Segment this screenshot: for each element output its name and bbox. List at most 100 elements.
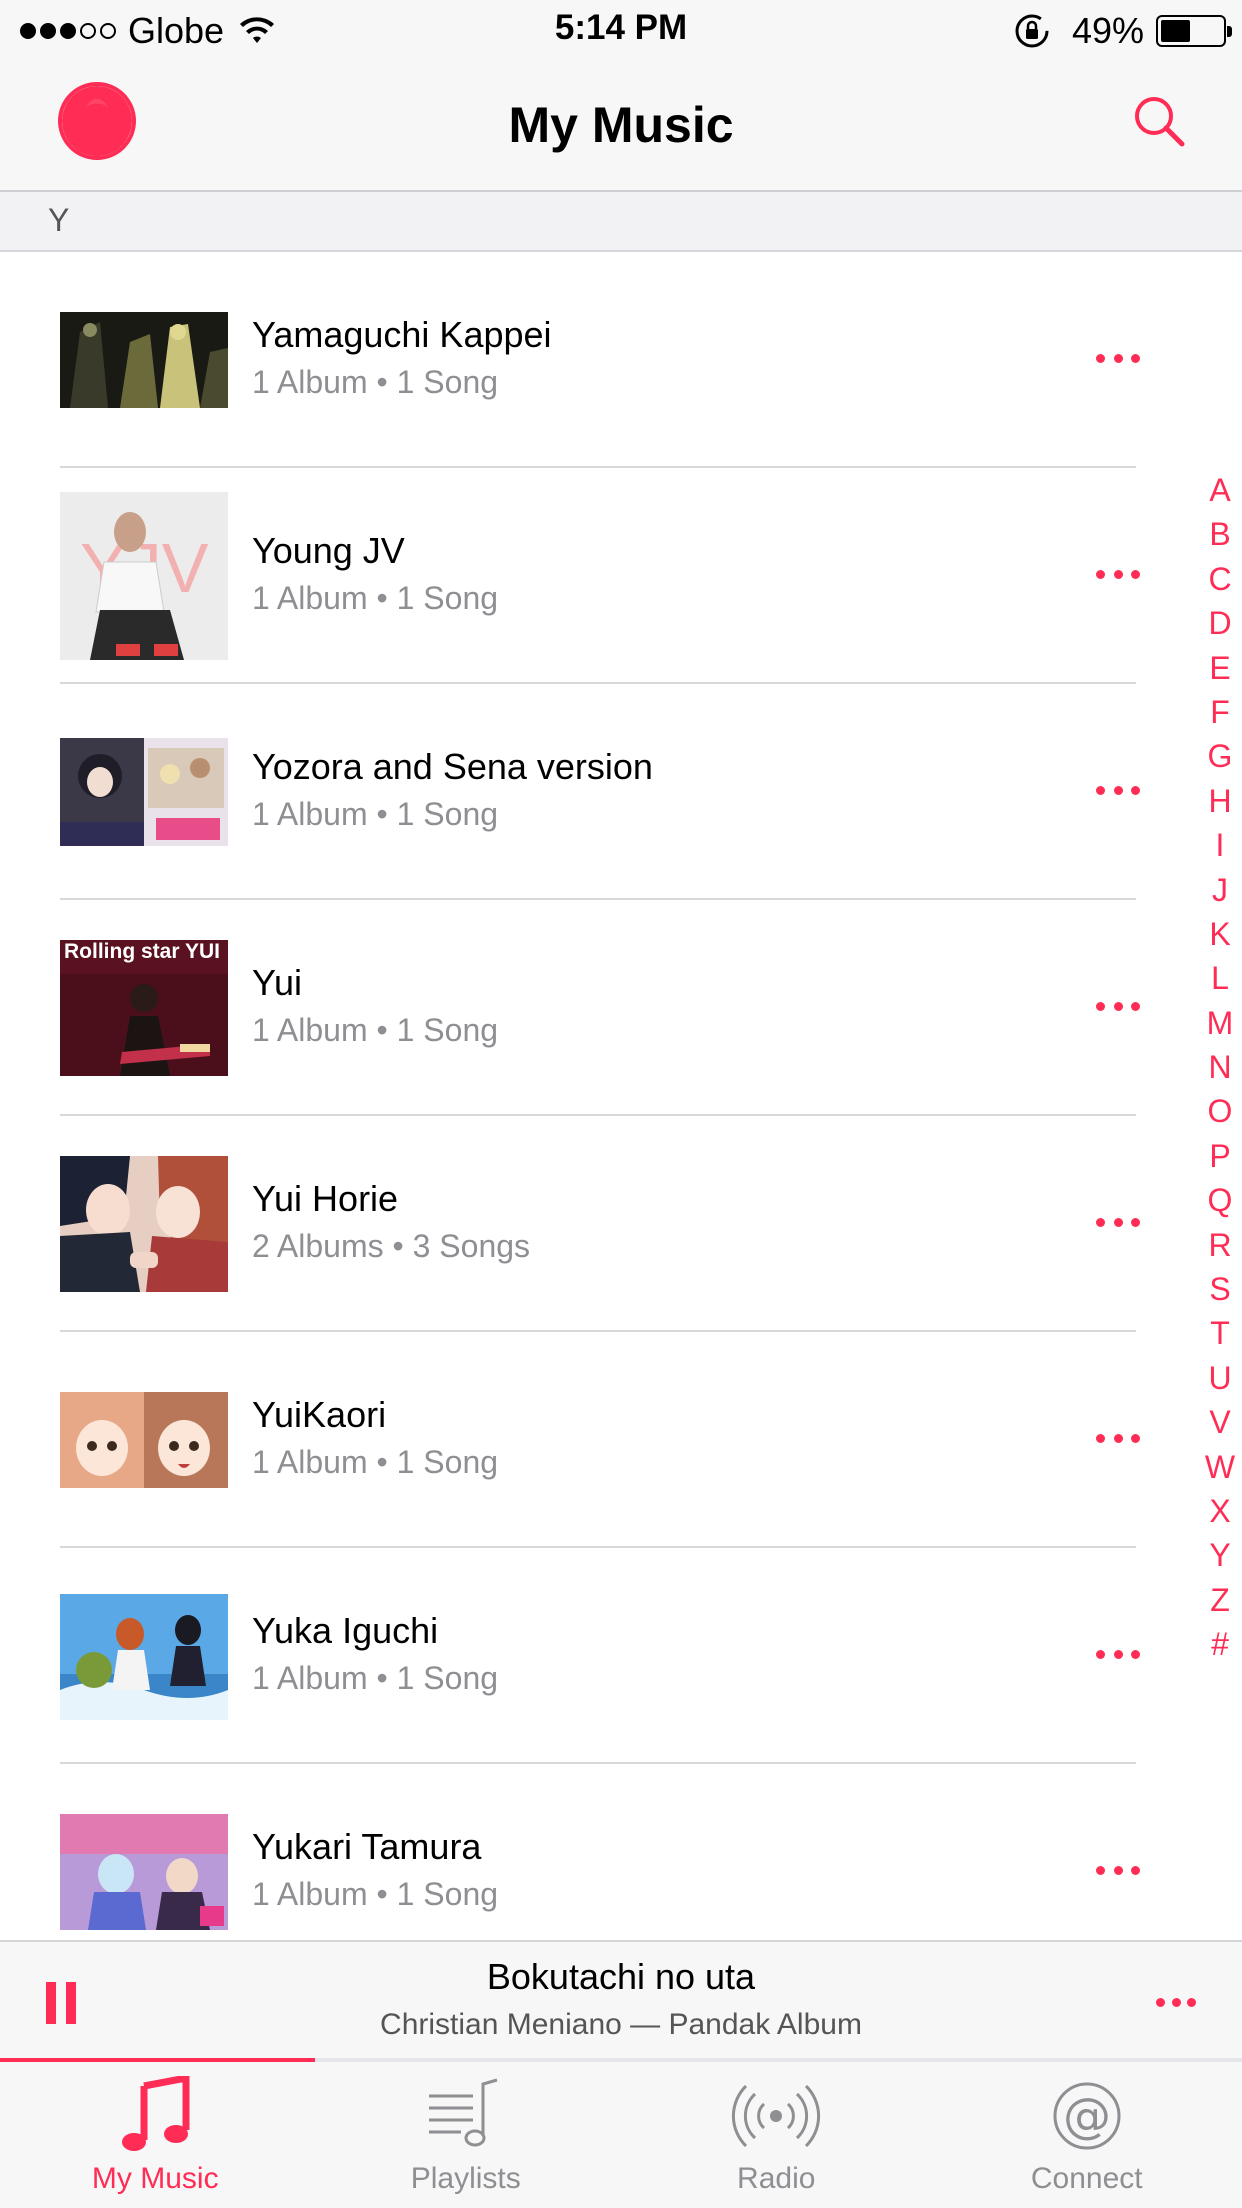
- artwork-image: [60, 312, 228, 408]
- artwork-image: [60, 974, 228, 1076]
- index-letter[interactable]: M: [1200, 1001, 1240, 1045]
- rotation-lock-icon: [1015, 14, 1049, 48]
- artist-row[interactable]: Yamaguchi Kappei 1 Album • 1 Song: [0, 252, 1242, 468]
- index-letter[interactable]: J: [1200, 868, 1240, 912]
- artwork-image: YJV: [60, 492, 228, 660]
- more-options-button[interactable]: [1096, 1218, 1140, 1230]
- index-letter[interactable]: A: [1200, 468, 1240, 512]
- artist-subtitle: 1 Album • 1 Song: [252, 796, 499, 832]
- index-letter[interactable]: W: [1200, 1445, 1240, 1489]
- artist-name: YuiKaori: [252, 1394, 387, 1435]
- index-letter[interactable]: C: [1200, 557, 1240, 601]
- radio-icon: [732, 2084, 821, 2148]
- artist-name: Yozora and Sena version: [252, 746, 653, 787]
- more-options-button[interactable]: [1096, 1650, 1140, 1662]
- index-letter[interactable]: O: [1200, 1089, 1240, 1133]
- index-letter[interactable]: S: [1200, 1267, 1240, 1311]
- index-letter[interactable]: X: [1200, 1489, 1240, 1533]
- now-playing-subtitle: Christian Meniano — Pandak Album: [380, 2008, 862, 2041]
- more-options-button[interactable]: [1096, 354, 1140, 366]
- more-options-button[interactable]: [1096, 1434, 1140, 1446]
- artist-list[interactable]: Yamaguchi Kappei 1 Album • 1 Song YJV Yo…: [0, 252, 1242, 1940]
- artwork-image: [60, 738, 228, 846]
- artist-name: Yamaguchi Kappei: [252, 314, 552, 355]
- artist-name: Yui Horie: [252, 1178, 399, 1219]
- index-letter[interactable]: R: [1200, 1223, 1240, 1267]
- artist-row[interactable]: YuiKaori 1 Album • 1 Song: [0, 1332, 1242, 1548]
- artist-name: Young JV: [252, 530, 405, 571]
- index-letter[interactable]: P: [1200, 1134, 1240, 1178]
- at-sign-icon: @: [1053, 2082, 1121, 2150]
- more-options-button[interactable]: [1096, 570, 1140, 582]
- index-letter[interactable]: T: [1200, 1311, 1240, 1355]
- tab-connect[interactable]: @ Connect: [932, 2062, 1242, 2208]
- artist-subtitle: 1 Album • 1 Song: [252, 1012, 499, 1048]
- section-header: Y: [0, 192, 1242, 252]
- section-letter: Y: [48, 202, 70, 238]
- artist-row[interactable]: Yui Horie 2 Albums • 3 Songs: [0, 1116, 1242, 1332]
- battery-percent: 49%: [1071, 10, 1144, 51]
- index-letter[interactable]: Y: [1200, 1533, 1240, 1577]
- tab-label: My Music: [91, 2162, 219, 2195]
- artist-row[interactable]: Yozora and Sena version 1 Album • 1 Song: [0, 684, 1242, 900]
- music-note-icon: [122, 2076, 190, 2151]
- index-letter[interactable]: U: [1200, 1356, 1240, 1400]
- index-letter[interactable]: #: [1200, 1622, 1240, 1666]
- artist-artwork: [60, 738, 228, 846]
- artist-artwork: [60, 312, 228, 408]
- index-letter[interactable]: B: [1200, 512, 1240, 556]
- artist-artwork: [60, 1814, 228, 1930]
- index-letter[interactable]: I: [1200, 823, 1240, 867]
- artist-row[interactable]: Rolling star YUI Yui 1 Album • 1 Song: [0, 900, 1242, 1116]
- nav-bar: My Music: [0, 62, 1242, 192]
- index-letter[interactable]: Z: [1200, 1578, 1240, 1622]
- artist-subtitle: 1 Album • 1 Song: [252, 364, 499, 400]
- index-letter[interactable]: L: [1200, 956, 1240, 1000]
- artist-subtitle: 1 Album • 1 Song: [252, 1660, 499, 1696]
- tab-radio[interactable]: Radio: [621, 2062, 932, 2208]
- artist-subtitle: 1 Album • 1 Song: [252, 1876, 499, 1912]
- artist-subtitle: 2 Albums • 3 Songs: [252, 1228, 531, 1264]
- artist-row[interactable]: Yuka Iguchi 1 Album • 1 Song: [0, 1548, 1242, 1764]
- index-letter[interactable]: K: [1200, 912, 1240, 956]
- tab-label: Radio: [737, 2162, 816, 2195]
- battery-area: 49%: [1014, 10, 1232, 52]
- artist-row[interactable]: YJV Young JV 1 Album • 1 Song: [0, 468, 1242, 684]
- tab-label: Playlists: [410, 2162, 521, 2195]
- more-options-button[interactable]: [1096, 1002, 1140, 1014]
- status-bar: Globe 5:14 PM 49%: [0, 0, 1242, 62]
- mini-player[interactable]: Bokutachi no uta Christian Meniano — Pan…: [0, 1940, 1242, 2062]
- index-letter[interactable]: H: [1200, 779, 1240, 823]
- artist-name: Yui: [252, 962, 303, 1003]
- more-options-button[interactable]: [1096, 786, 1140, 798]
- index-letter[interactable]: N: [1200, 1045, 1240, 1089]
- battery-icon: [1156, 15, 1232, 47]
- index-letter[interactable]: Q: [1200, 1178, 1240, 1222]
- index-letter[interactable]: G: [1200, 734, 1240, 778]
- artist-name: Yuka Iguchi: [252, 1610, 439, 1651]
- index-letter[interactable]: F: [1200, 690, 1240, 734]
- search-icon[interactable]: [1132, 94, 1186, 148]
- index-letter[interactable]: V: [1200, 1400, 1240, 1444]
- artist-artwork: [60, 1156, 228, 1292]
- artwork-image: [60, 1156, 228, 1292]
- now-playing-more-button[interactable]: [1156, 1998, 1196, 2008]
- artist-artwork: [60, 1392, 228, 1488]
- index-letter[interactable]: D: [1200, 601, 1240, 645]
- now-playing-title: Bokutachi no uta: [486, 1956, 756, 1997]
- index-letter[interactable]: E: [1200, 646, 1240, 690]
- battery-level: [1161, 20, 1190, 42]
- tab-playlists[interactable]: Playlists: [311, 2062, 622, 2208]
- playlist-icon: [428, 2078, 498, 2147]
- artist-row[interactable]: Yukari Tamura 1 Album • 1 Song: [0, 1764, 1242, 1940]
- artist-artwork: YJV: [60, 492, 228, 660]
- artwork-image: [60, 1392, 228, 1488]
- svg-text:@: @: [1063, 2088, 1111, 2144]
- more-options-button[interactable]: [1096, 1866, 1140, 1878]
- tab-my-music[interactable]: My Music: [0, 2062, 311, 2208]
- tab-bar: My Music Playlists Radio @ Connect: [0, 2062, 1242, 2208]
- artwork-image: [60, 1594, 228, 1720]
- artwork-image: [60, 1814, 228, 1930]
- alphabet-index[interactable]: A B C D E F G H I J K L M N O P Q R S T U V W X Y Z #: [1200, 468, 1240, 1667]
- artist-subtitle: 1 Album • 1 Song: [252, 1444, 499, 1480]
